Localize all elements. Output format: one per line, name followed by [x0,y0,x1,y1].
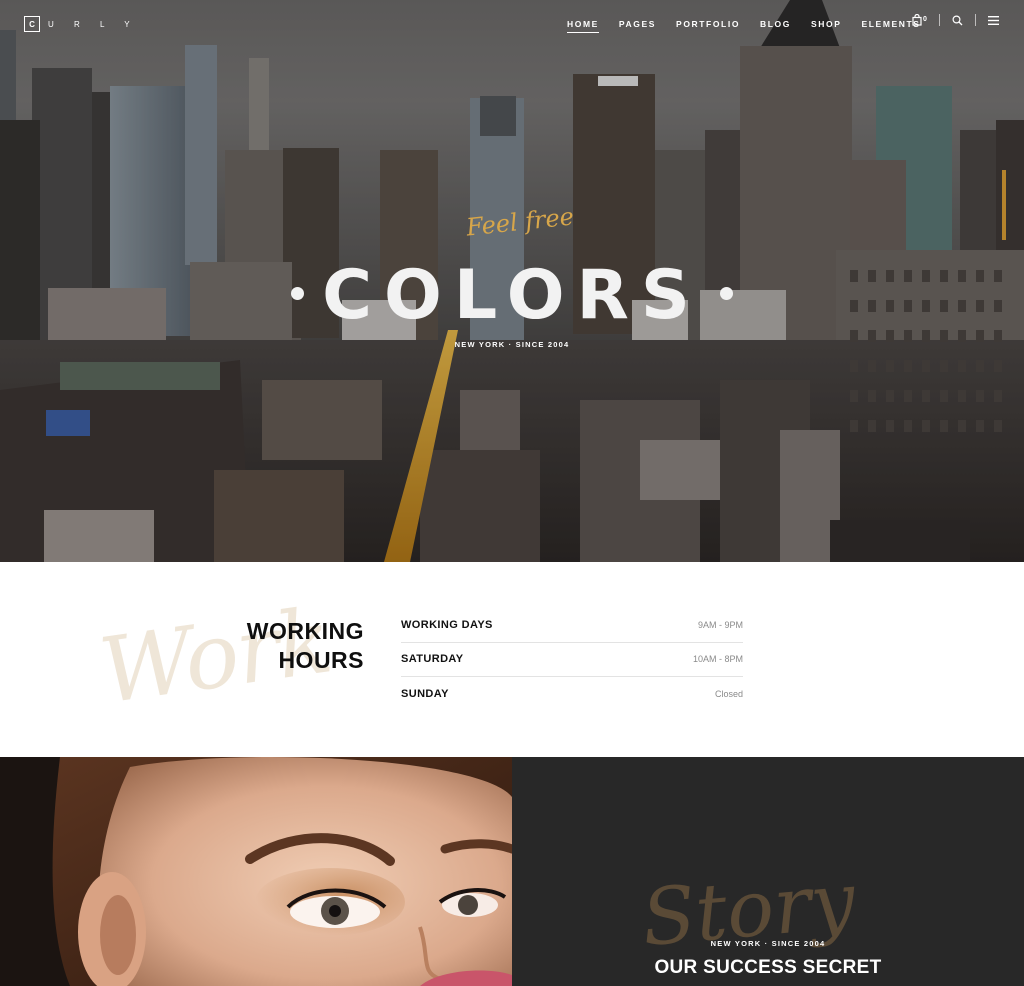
logo-wordmark: U R L Y [48,19,139,29]
nav-divider [974,14,976,26]
hours-row: WORKING DAYS 9AM - 9PM [401,608,743,643]
main-menu: HOME PAGES PORTFOLIO BLOG SHOP ELEMENTS [567,19,941,33]
story-panel: Story NEW YORK · SINCE 2004 OUR SUCCESS … [512,757,1024,986]
hours-table: WORKING DAYS 9AM - 9PM SATURDAY 10AM - 8… [401,608,743,712]
portrait-image [0,757,512,986]
hours-row: SATURDAY 10AM - 8PM [401,643,743,677]
title-dot-right [719,286,733,300]
nav-item-home[interactable]: HOME [567,19,599,33]
nav-icons: 0 [912,14,999,26]
story-subtitle: NEW YORK · SINCE 2004 [710,939,826,948]
working-hours-section: Work WORKING HOURS WORKING DAYS 9AM - 9P… [0,562,1024,758]
hours-day: SUNDAY [401,688,449,701]
hours-title-line1: WORKING [246,618,364,644]
hero-section: C U R L Y HOME PAGES PORTFOLIO BLOG SHOP… [0,0,1024,562]
hamburger-menu-icon[interactable] [987,15,999,25]
hours-title: WORKING HOURS [200,617,364,675]
hero-subtitle: NEW YORK · SINCE 2004 [454,340,570,349]
title-dot-left [291,286,305,300]
story-section: Story NEW YORK · SINCE 2004 OUR SUCCESS … [0,757,1024,986]
brand-logo[interactable]: C U R L Y [24,16,139,32]
cart-count: 0 [923,16,927,23]
model-face-image [0,757,512,986]
hero-title: COLORS [0,256,1024,335]
nav-item-shop[interactable]: SHOP [811,19,842,33]
nav-item-blog[interactable]: BLOG [760,19,791,33]
shopping-bag-icon [912,14,922,26]
hero-title-text: COLORS [322,256,702,335]
search-icon[interactable] [952,14,963,26]
story-title: OUR SUCCESS SECRET [654,957,882,978]
nav-item-pages[interactable]: PAGES [619,19,656,33]
logo-mark: C [24,16,40,32]
hours-title-line2: HOURS [278,647,364,673]
cart-button[interactable]: 0 [912,14,927,26]
hours-day: SATURDAY [401,653,464,666]
hours-row: SUNDAY Closed [401,677,743,712]
hours-time: 10AM - 8PM [692,654,743,665]
top-navigation: C U R L Y HOME PAGES PORTFOLIO BLOG SHOP… [0,0,1024,48]
nav-divider [938,14,940,26]
nav-item-portfolio[interactable]: PORTFOLIO [676,19,740,33]
hours-time: 9AM - 9PM [697,619,743,630]
hours-day: WORKING DAYS [401,618,493,631]
hours-time: Closed [714,689,743,700]
